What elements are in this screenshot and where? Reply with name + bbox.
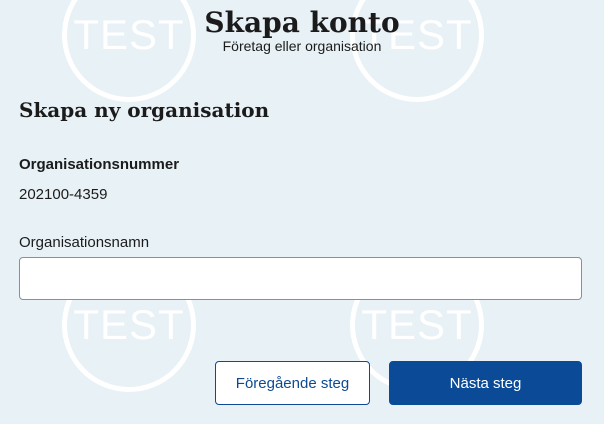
page-header: Skapa konto Företag eller organisation [0, 6, 604, 54]
page-title: Skapa konto [204, 6, 400, 39]
next-step-label: Nästa steg [449, 374, 522, 392]
section-title: Skapa ny organisation [19, 98, 270, 122]
next-step-button[interactable]: Nästa steg [389, 361, 582, 405]
org-name-label: Organisationsnamn [19, 234, 150, 251]
previous-step-button[interactable]: Föregående steg [215, 361, 370, 405]
org-name-input[interactable] [19, 257, 582, 300]
org-number-label: Organisationsnummer [19, 156, 180, 173]
org-number-value: 202100-4359 [19, 186, 108, 203]
previous-step-label: Föregående steg [235, 374, 350, 392]
page-subtitle: Företag eller organisation [222, 38, 382, 54]
